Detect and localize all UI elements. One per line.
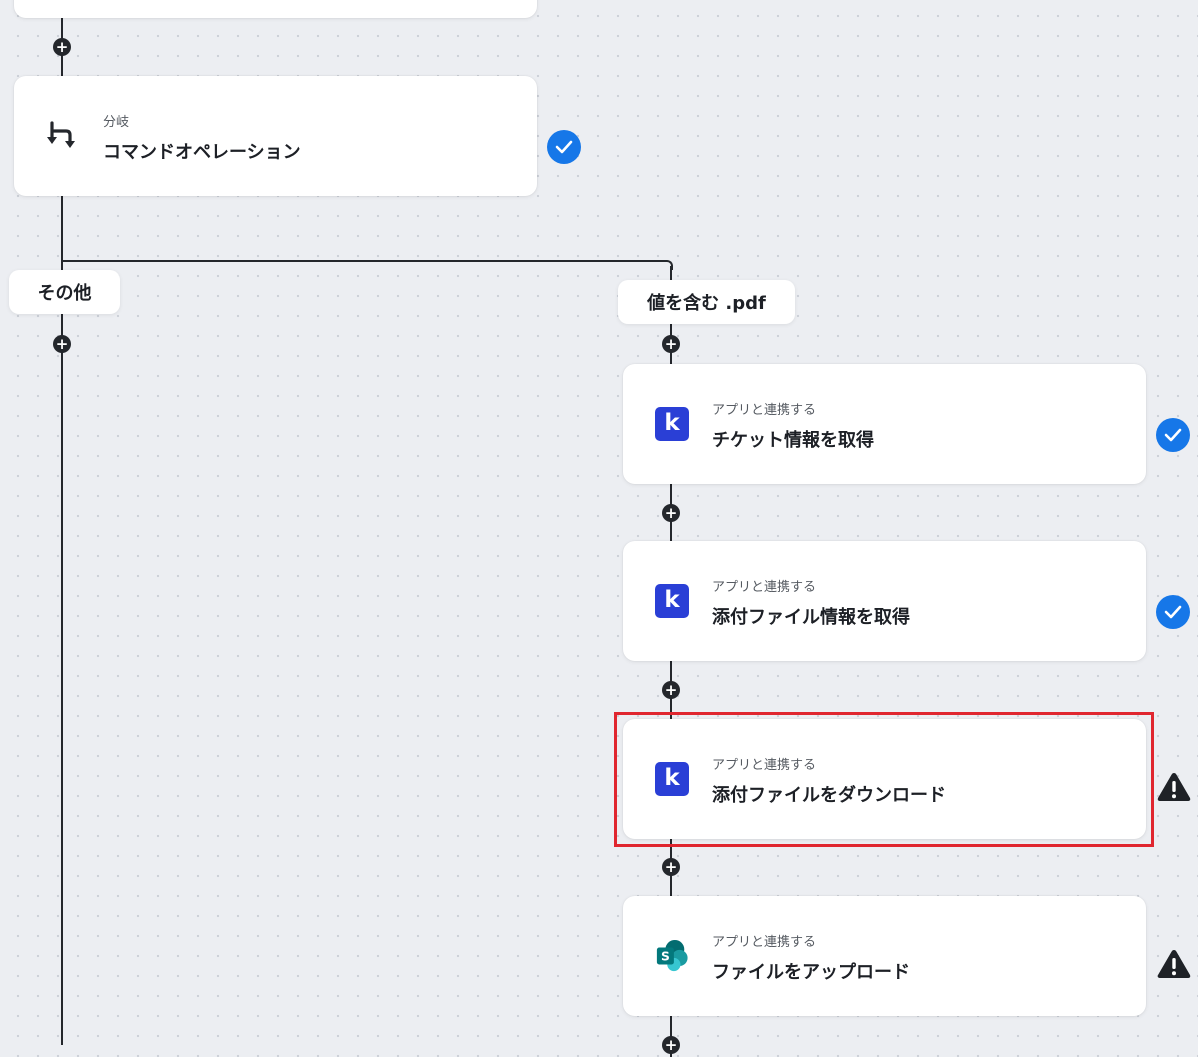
branch-step-check-icon [547,130,581,164]
step-title: 添付ファイルをダウンロード [712,785,946,806]
step-title: ファイルをアップロード [712,962,910,983]
add-step-button-pdf-5[interactable]: + [662,1036,680,1054]
add-step-button-pdf-4[interactable]: + [662,858,680,876]
step-title: チケット情報を取得 [712,430,874,451]
step-3-warning-icon [1156,771,1192,803]
step-1-check-icon [1156,418,1190,452]
step-4-warning-icon [1156,948,1192,980]
sharepoint-icon: S [655,939,689,973]
step-subtitle: アプリと連携する [712,403,817,418]
kintone-icon: k [655,407,689,441]
kintone-icon: k [655,762,689,796]
add-step-button-pdf-3[interactable]: + [662,681,680,699]
branch-split-line [62,260,664,262]
add-step-button[interactable]: + [53,38,71,56]
svg-text:S: S [661,950,670,964]
step-subtitle: アプリと連携する [712,758,817,773]
step-card-get-attachment-info[interactable]: k アプリと連携する 添付ファイル情報を取得 [623,541,1146,661]
add-step-button-pdf-2[interactable]: + [662,504,680,522]
branch-label-other[interactable]: その他 [9,270,120,314]
branch-step-subtitle: 分岐 [103,115,130,130]
kintone-icon: k [655,584,689,618]
step-2-check-icon [1156,595,1190,629]
step-card-download-attachment[interactable]: k アプリと連携する 添付ファイルをダウンロード [623,719,1146,839]
branch-step-card[interactable]: 分岐 コマンドオペレーション [14,76,537,196]
step-card-upload-file[interactable]: S アプリと連携する ファイルをアップロード [623,896,1146,1016]
previous-step-card[interactable] [14,0,537,18]
step-card-get-ticket[interactable]: k アプリと連携する チケット情報を取得 [623,364,1146,484]
branch-step-title: コマンドオペレーション [103,142,301,163]
add-step-button-other[interactable]: + [53,335,71,353]
add-step-button-pdf-1[interactable]: + [662,335,680,353]
step-title: 添付ファイル情報を取得 [712,607,910,628]
step-subtitle: アプリと連携する [712,935,817,950]
step-subtitle: アプリと連携する [712,580,817,595]
branch-icon [46,119,80,153]
branch-label-pdf[interactable]: 値を含む .pdf [618,280,795,324]
